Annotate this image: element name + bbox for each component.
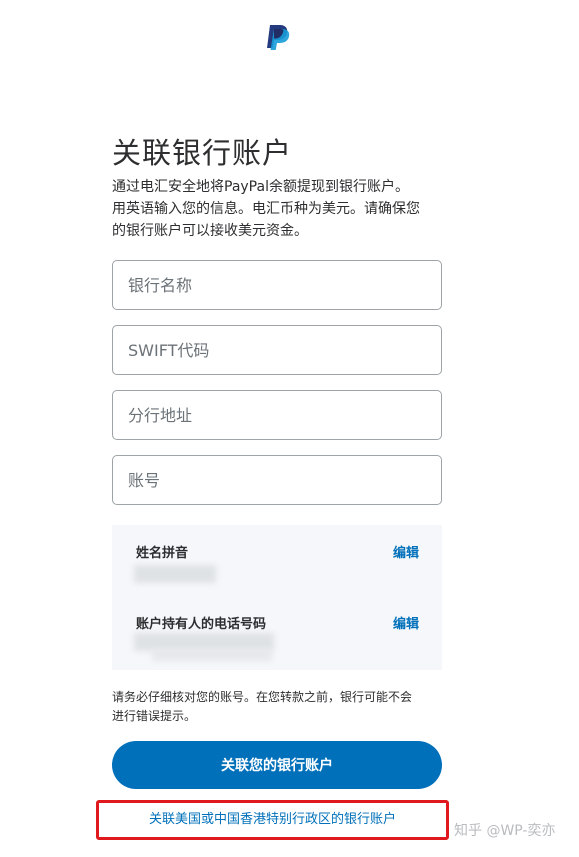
- verification-notice: 请务必仔细核对您的账号。在您转款之前，银行可能不会 进行错误提示。: [112, 688, 452, 726]
- bank-name-input[interactable]: [112, 260, 442, 310]
- link-us-hk-bank-account-link[interactable]: 关联美国或中国香港特别行政区的银行账户: [96, 800, 449, 840]
- watermark: 知乎 @WP-奕亦: [454, 823, 556, 839]
- notice-line: 请务必仔细核对您的账号。在您转款之前，银行可能不会: [112, 690, 413, 704]
- intro-line: 通过电汇安全地将PayPal余额提现到银行账户。: [112, 179, 409, 195]
- phone-value-redacted: [152, 649, 272, 661]
- paypal-logo-icon: [267, 25, 290, 50]
- notice-line: 进行错误提示。: [112, 709, 197, 723]
- intro-line: 用英语输入您的信息。电汇币种为美元。请确保您: [112, 201, 420, 217]
- intro-line: 的银行账户可以接收美元资金。: [112, 223, 308, 239]
- phone-number-label: 账户持有人的电话号码: [136, 617, 267, 632]
- edit-phone-link[interactable]: 编辑: [393, 613, 419, 632]
- page-title: 关联银行账户: [112, 136, 293, 171]
- branch-address-input[interactable]: [112, 390, 442, 440]
- account-number-input[interactable]: [112, 455, 442, 505]
- intro-text: 通过电汇安全地将PayPal余额提现到银行账户。 用英语输入您的信息。电汇币种为…: [112, 176, 452, 242]
- name-value-redacted: [134, 565, 216, 583]
- account-holder-info-panel: 姓名拼音 编辑 账户持有人的电话号码 编辑: [112, 525, 442, 670]
- link-bank-account-button[interactable]: 关联您的银行账户: [112, 741, 442, 789]
- edit-name-link[interactable]: 编辑: [393, 542, 419, 561]
- swift-code-input[interactable]: [112, 325, 442, 375]
- name-pinyin-label: 姓名拼音: [136, 546, 189, 561]
